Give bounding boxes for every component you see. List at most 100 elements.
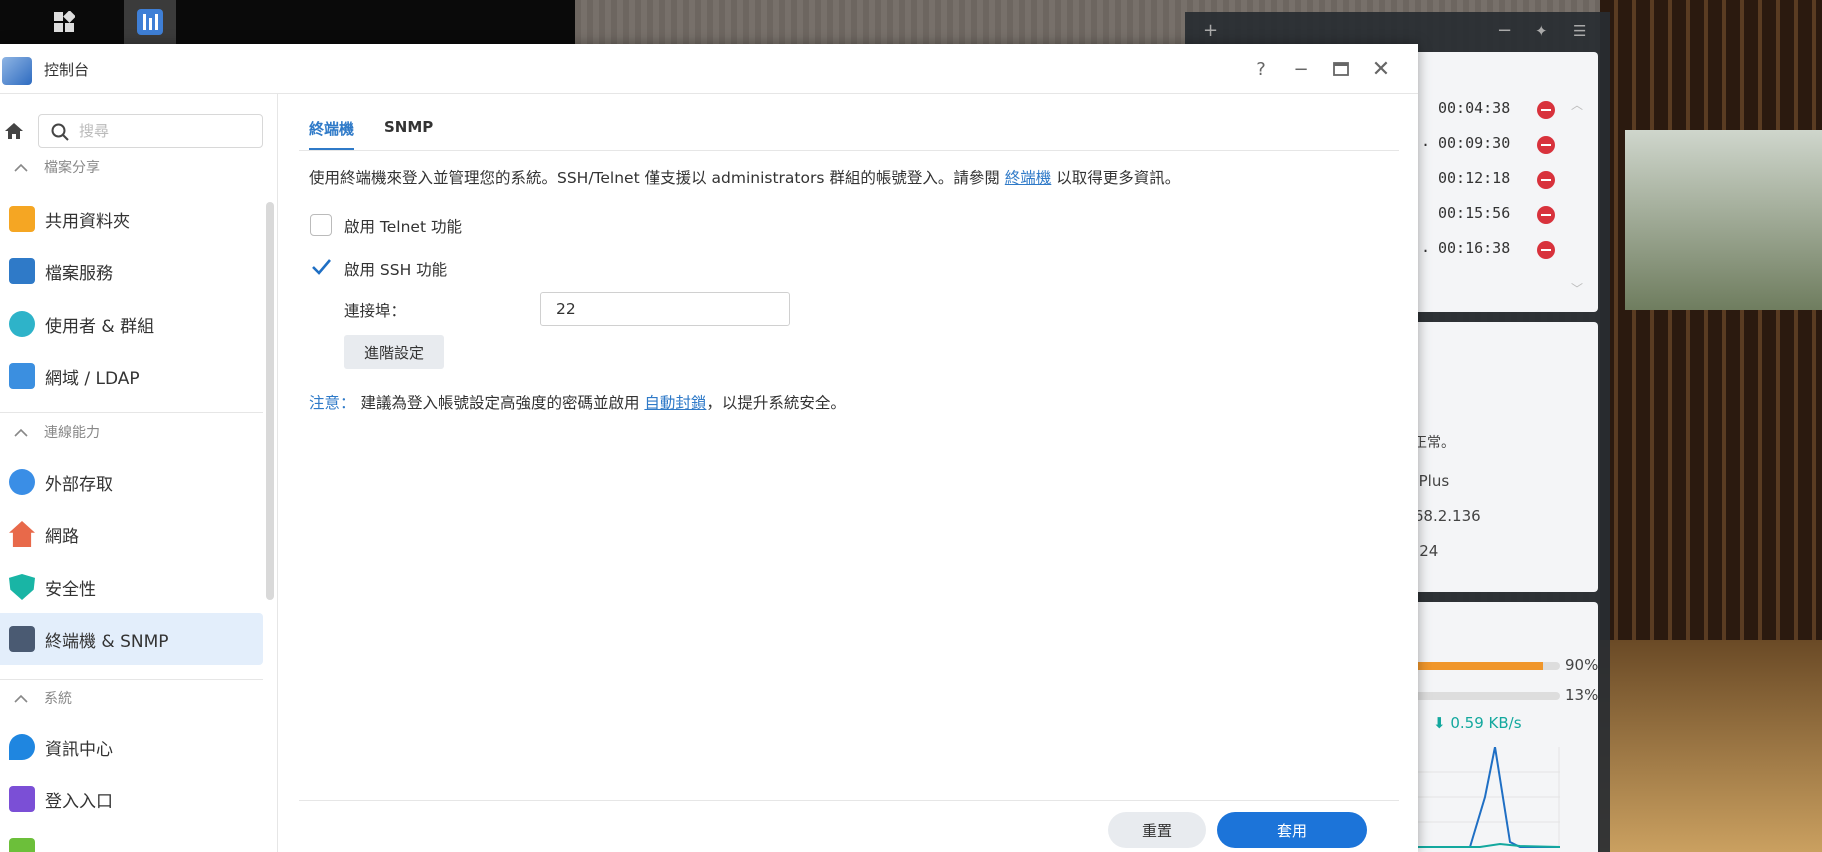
home-icon <box>5 123 23 139</box>
sidebar-item-network[interactable]: 網路 <box>0 508 263 560</box>
sidebar-item-login-portal[interactable]: 登入入口 <box>0 773 263 825</box>
section-header-connectivity[interactable]: 連線能力 <box>0 419 100 445</box>
download-speed-value: 0.59 KB/s <box>1450 714 1522 732</box>
partial-item-icon <box>9 838 35 852</box>
ssh-label: 啟用 SSH 功能 <box>344 261 448 279</box>
telnet-label: 啟用 Telnet 功能 <box>344 218 462 236</box>
wallpaper-floor <box>1600 640 1822 852</box>
window-title: 控制台 <box>44 61 90 79</box>
tab-bar: 終端機 SNMP <box>299 94 1399 151</box>
disconnect-icon[interactable] <box>1537 206 1555 224</box>
reset-button[interactable]: 重置 <box>1108 812 1206 848</box>
notice-text-end: ，以提升系統安全。 <box>706 394 846 412</box>
sidebar-item-label: 網域 / LDAP <box>45 368 140 389</box>
disconnect-icon[interactable] <box>1537 101 1555 119</box>
description-text: 使用終端機來登入並管理您的系統。SSH/Telnet 僅支援以 administ… <box>309 169 1000 187</box>
connection-time: 00:16:38 <box>1438 239 1511 257</box>
apply-button[interactable]: 套用 <box>1217 812 1367 848</box>
chevron-up-icon <box>14 428 34 437</box>
sidebar-item-external-access[interactable]: 外部存取 <box>0 456 263 508</box>
sidebar-item-label: 資訊中心 <box>45 739 113 760</box>
connection-time: 00:15:56 <box>1438 204 1511 222</box>
wallpaper-window <box>1625 130 1822 310</box>
footer-divider <box>299 800 1399 801</box>
close-icon[interactable]: ✕ <box>1368 56 1394 82</box>
sidebar-item-label: 終端機 & SNMP <box>45 631 169 652</box>
sidebar-item-info-center[interactable]: 資訊中心 <box>0 721 263 773</box>
disconnect-icon[interactable] <box>1537 136 1555 154</box>
download-speed: ⬇ 0.59 KB/s <box>1433 714 1522 732</box>
ram-percent: 13% <box>1565 686 1599 704</box>
pin-icon[interactable]: ✦ <box>1535 22 1548 40</box>
sidebar-item-security[interactable]: 安全性 <box>0 561 263 613</box>
home-button[interactable] <box>0 116 28 146</box>
sidebar-item-users-groups[interactable]: 使用者 & 群組 <box>0 298 263 350</box>
port-input[interactable] <box>540 292 790 326</box>
taskbar <box>0 0 575 44</box>
divider <box>0 679 263 680</box>
widget-settings-icon[interactable]: ☰ <box>1573 22 1586 40</box>
tab-terminal[interactable]: 終端機 <box>309 118 355 150</box>
ssh-checkbox[interactable] <box>310 256 332 278</box>
grid-icon <box>54 11 75 32</box>
terminal-help-link[interactable]: 終端機 <box>1005 169 1052 187</box>
disconnect-icon[interactable] <box>1537 241 1555 259</box>
section-header-file-sharing[interactable]: 檔案分享 <box>0 154 100 180</box>
terminal-description: 使用終端機來登入並管理您的系統。SSH/Telnet 僅支援以 administ… <box>309 166 1180 188</box>
content-area: 終端機 SNMP 使用終端機來登入並管理您的系統。SSH/Telnet 僅支援以… <box>299 94 1399 852</box>
domain-ldap-icon <box>9 363 35 389</box>
main-menu-button[interactable] <box>38 0 90 44</box>
terminal-icon <box>9 626 35 652</box>
connection-time: 00:12:18 <box>1438 169 1511 187</box>
search-input[interactable] <box>79 122 249 140</box>
sidebar-item-partial[interactable] <box>0 825 263 852</box>
section-header-system[interactable]: 系統 <box>0 685 72 711</box>
telnet-checkbox[interactable] <box>310 214 332 236</box>
advanced-settings-button[interactable]: 進階設定 <box>344 335 444 369</box>
minimize-widget-icon[interactable]: − <box>1497 20 1512 41</box>
sidebar-item-label: 使用者 & 群組 <box>45 316 155 337</box>
sidebar-item-label: 共用資料夾 <box>45 211 130 232</box>
control-panel-icon <box>137 9 163 35</box>
sidebar-item-label: 安全性 <box>45 579 96 600</box>
auto-block-link[interactable]: 自動封鎖 <box>644 394 706 412</box>
notice-label: 注意： <box>309 394 356 412</box>
checkmark-icon <box>312 259 331 275</box>
scroll-down-icon[interactable]: ﹀ <box>1571 280 1583 297</box>
sidebar-item-domain-ldap[interactable]: 網域 / LDAP <box>0 350 263 402</box>
shared-folder-icon <box>9 206 35 232</box>
login-portal-icon <box>9 786 35 812</box>
users-groups-icon <box>9 311 35 337</box>
maximize-icon[interactable] <box>1328 56 1354 82</box>
sidebar-scrollbar[interactable] <box>266 202 274 600</box>
tab-snmp[interactable]: SNMP <box>384 118 433 136</box>
taskbar-control-panel-button[interactable] <box>124 0 176 44</box>
cpu-percent: 90% <box>1565 656 1599 674</box>
download-arrow-icon: ⬇ <box>1433 714 1446 732</box>
add-widget-icon[interactable]: + <box>1203 20 1218 41</box>
search-box[interactable] <box>38 114 263 148</box>
description-text-end: 以取得更多資訊。 <box>1056 169 1181 187</box>
disconnect-icon[interactable] <box>1537 171 1555 189</box>
minimize-icon[interactable]: − <box>1288 56 1314 82</box>
port-label: 連接埠： <box>344 302 407 320</box>
title-bar: 控制台 ? − ✕ <box>0 44 1418 94</box>
help-icon[interactable]: ? <box>1248 56 1274 82</box>
sidebar-item-label: 網路 <box>45 526 79 547</box>
control-panel-window: 控制台 ? − ✕ 檔案分享 共用資料夾 檔案服務 使 <box>0 44 1418 852</box>
file-services-icon <box>9 258 35 284</box>
section-label: 系統 <box>44 691 72 707</box>
sidebar-item-file-services[interactable]: 檔案服務 <box>0 245 263 297</box>
sidebar-item-terminal-snmp[interactable]: 終端機 & SNMP <box>0 613 263 665</box>
chevron-up-icon <box>14 163 34 172</box>
section-label: 連線能力 <box>44 425 100 441</box>
scroll-up-icon[interactable]: ︿ <box>1571 96 1583 113</box>
connection-time: 00:04:38 <box>1438 99 1511 117</box>
section-label: 檔案分享 <box>44 160 100 176</box>
sidebar-item-shared-folder[interactable]: 共用資料夾 <box>0 193 263 245</box>
divider <box>0 412 263 413</box>
shield-icon <box>9 574 35 600</box>
connection-time: 00:09:30 <box>1438 134 1511 152</box>
info-icon <box>9 734 35 760</box>
control-panel-icon <box>2 57 32 85</box>
